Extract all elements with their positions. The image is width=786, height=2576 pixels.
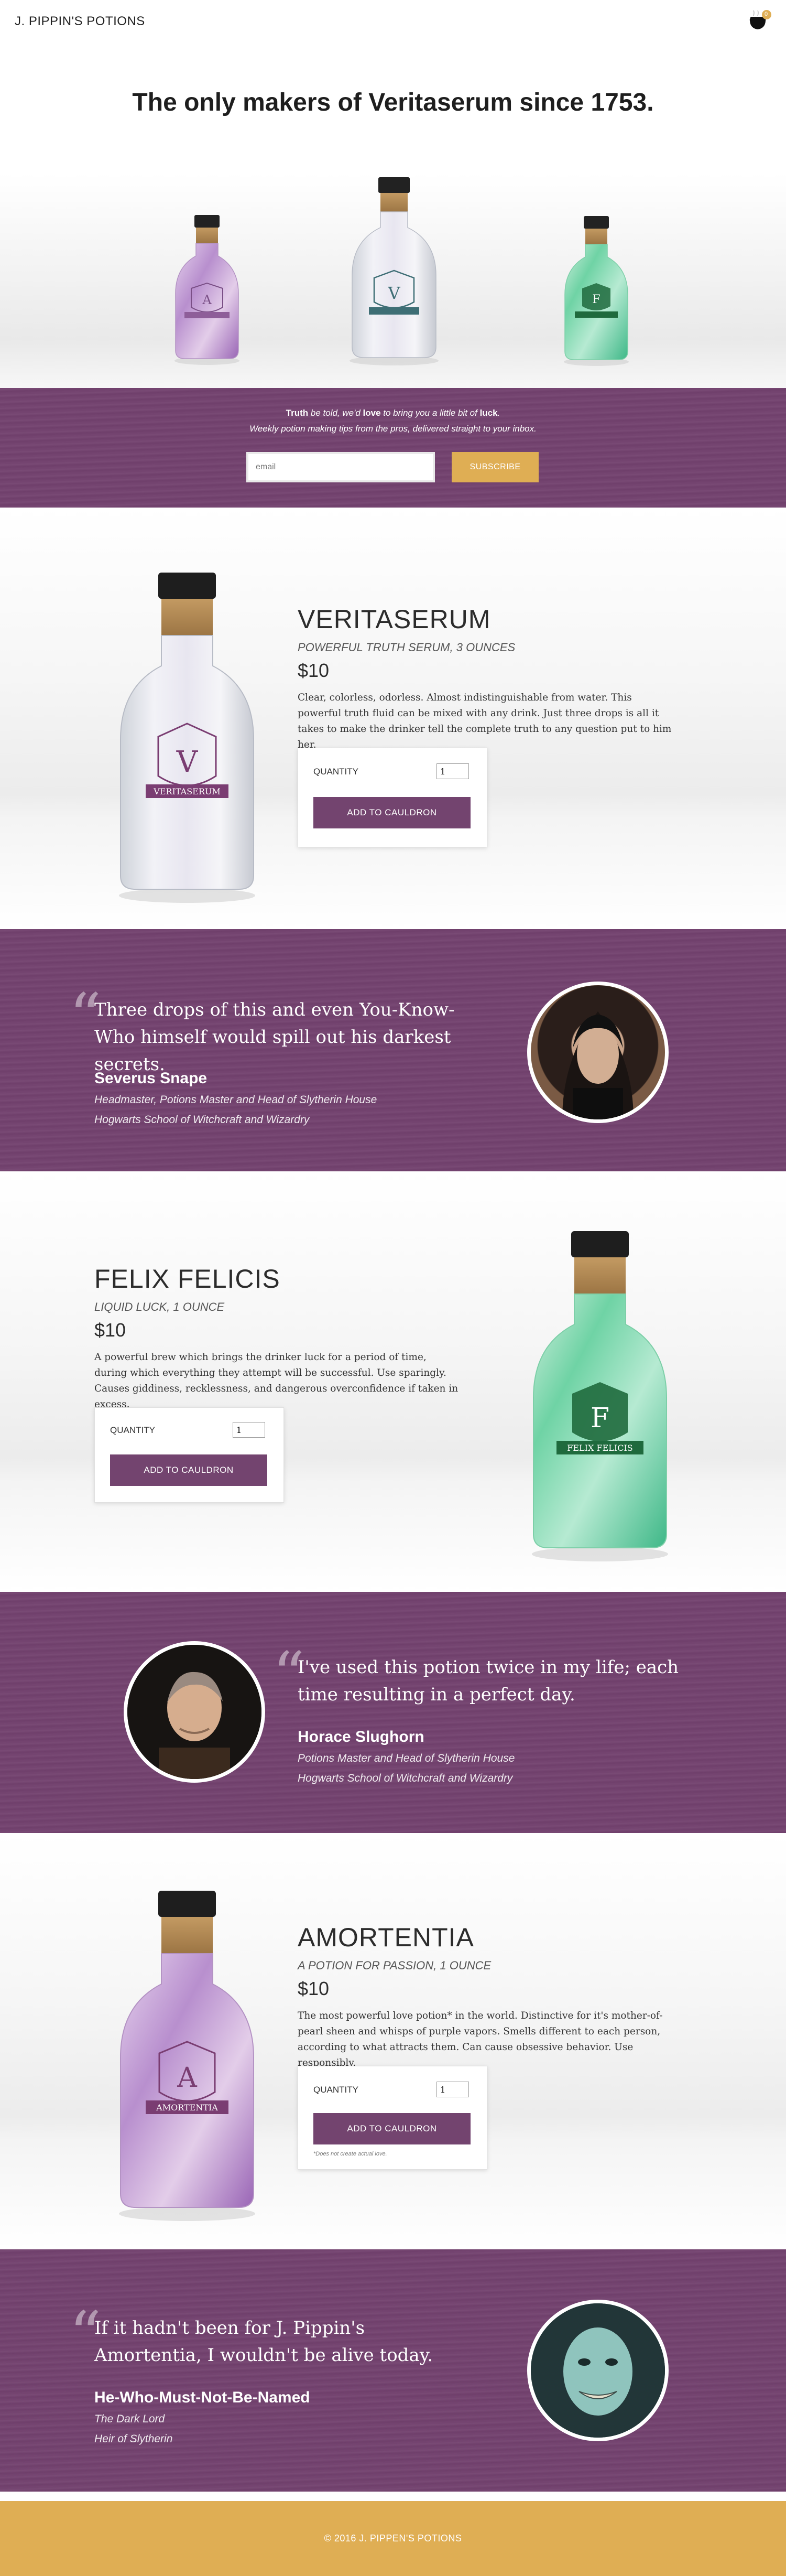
- avatar: [527, 2300, 669, 2441]
- newsletter-subtext: Weekly potion making tips from the pros,…: [249, 424, 537, 434]
- product-price: $10: [94, 1319, 126, 1341]
- bottle-label-name: VERITASERUM: [153, 786, 221, 796]
- testimonial-author: He-Who-Must-Not-Be-Named: [94, 2389, 310, 2406]
- hero-bottle-amortentia: A: [174, 215, 239, 365]
- product-name: FELIX FELICIS: [94, 1264, 280, 1294]
- add-to-cauldron-button[interactable]: ADD TO CAULDRON: [313, 2113, 471, 2144]
- product-subtitle: A POTION FOR PASSION, 1 OUNCE: [298, 1959, 492, 1972]
- quantity-input[interactable]: [436, 763, 469, 779]
- svg-text:F: F: [592, 293, 600, 306]
- product-image-veritaserum: V VERITASERUM: [119, 573, 255, 903]
- quantity-input[interactable]: [233, 1422, 265, 1438]
- testimonial-quote: I've used this potion twice in my life; …: [298, 1657, 679, 1705]
- brand-logo[interactable]: J. PIPPIN'S POTIONS: [15, 14, 145, 29]
- product-footnote: *Does not create actual love.: [313, 2151, 387, 2157]
- product-name: AMORTENTIA: [298, 1923, 474, 1952]
- product-price: $10: [298, 1978, 330, 1999]
- testimonial-school: Hogwarts School of Witchcraft and Wizard…: [298, 1772, 513, 1784]
- portrait-snape: [562, 1011, 634, 1119]
- portrait-slughorn: [127, 1645, 261, 1779]
- quantity-label: QUANTITY: [313, 767, 358, 777]
- email-input[interactable]: [246, 452, 435, 482]
- testimonial-author: Horace Slughorn: [298, 1728, 424, 1745]
- bottle-label-letter: V: [176, 745, 199, 779]
- subscribe-button[interactable]: SUBSCRIBE: [452, 452, 539, 482]
- testimonial-quote: Three drops of this and even You-Know-Wh…: [94, 999, 455, 1075]
- svg-text:A: A: [202, 293, 212, 307]
- testimonial-section: [0, 1592, 786, 1833]
- bottle-label-name: FELIX FELICIS: [567, 1443, 632, 1453]
- product-subtitle: LIQUID LUCK, 1 OUNCE: [94, 1300, 225, 1313]
- product-description: A powerful brew which brings the drinker…: [94, 1352, 458, 1410]
- product-subtitle: POWERFUL TRUTH SERUM, 3 OUNCES: [298, 641, 516, 654]
- avatar: [527, 982, 669, 1123]
- hero-bottle-felix: F: [564, 216, 629, 366]
- testimonial-title: Headmaster, Potions Master and Head of S…: [94, 1094, 377, 1106]
- bottle-label-name: AMORTENTIA: [156, 2103, 218, 2112]
- portrait-voldemort: [531, 2303, 665, 2438]
- newsletter-headline-truth: Truth: [286, 408, 309, 418]
- product-description: The most powerful love potion* in the wo…: [298, 2010, 663, 2068]
- testimonial-title: Potions Master and Head of Slytherin Hou…: [298, 1752, 515, 1764]
- testimonial-quote: If it hadn't been for J. Pippin's Amorte…: [94, 2318, 433, 2366]
- newsletter-headline-part: to bring you a little bit of: [380, 408, 480, 418]
- cart-count: 0: [765, 11, 768, 17]
- testimonial-school: Hogwarts School of Witchcraft and Wizard…: [94, 1114, 310, 1126]
- add-to-cauldron-button[interactable]: ADD TO CAULDRON: [313, 797, 471, 828]
- add-to-cauldron-button[interactable]: ADD TO CAULDRON: [110, 1454, 267, 1486]
- footer-copyright: © 2016 J. PIPPEN'S POTIONS: [324, 2533, 462, 2543]
- testimonial-author: Severus Snape: [94, 1070, 208, 1087]
- newsletter-headline-luck: luck: [479, 408, 498, 418]
- newsletter-headline-part: be told, we'd: [308, 408, 363, 418]
- quantity-input[interactable]: [436, 2082, 469, 2097]
- quantity-label: QUANTITY: [313, 2085, 358, 2095]
- newsletter-headline-period: .: [497, 408, 500, 418]
- newsletter-section: [0, 388, 786, 508]
- avatar: [124, 1641, 265, 1783]
- product-price: $10: [298, 660, 330, 681]
- bottle-label-letter: F: [591, 1403, 609, 1434]
- newsletter-headline: Truth be told, we'd love to bring you a …: [0, 408, 786, 418]
- newsletter-headline-love: love: [363, 408, 381, 418]
- quantity-label: QUANTITY: [110, 1425, 155, 1435]
- cart-button[interactable]: 0: [748, 9, 771, 33]
- cauldron-icon: [749, 10, 771, 29]
- product-name: VERITASERUM: [298, 605, 491, 634]
- product-description: Clear, colorless, odorless. Almost indis…: [298, 692, 672, 750]
- testimonial-school: Heir of Slytherin: [94, 2433, 173, 2445]
- product-image-amortentia: A AMORTENTIA: [119, 1891, 255, 2221]
- bottle-label-letter: A: [177, 2062, 198, 2094]
- hero-title: The only makers of Veritaserum since 175…: [132, 89, 654, 116]
- svg-text:V: V: [387, 283, 400, 303]
- testimonial-title: The Dark Lord: [94, 2413, 165, 2425]
- product-image-felix-felicis: F FELIX FELICIS: [532, 1231, 668, 1561]
- hero-bottle-veritaserum: V: [350, 177, 439, 365]
